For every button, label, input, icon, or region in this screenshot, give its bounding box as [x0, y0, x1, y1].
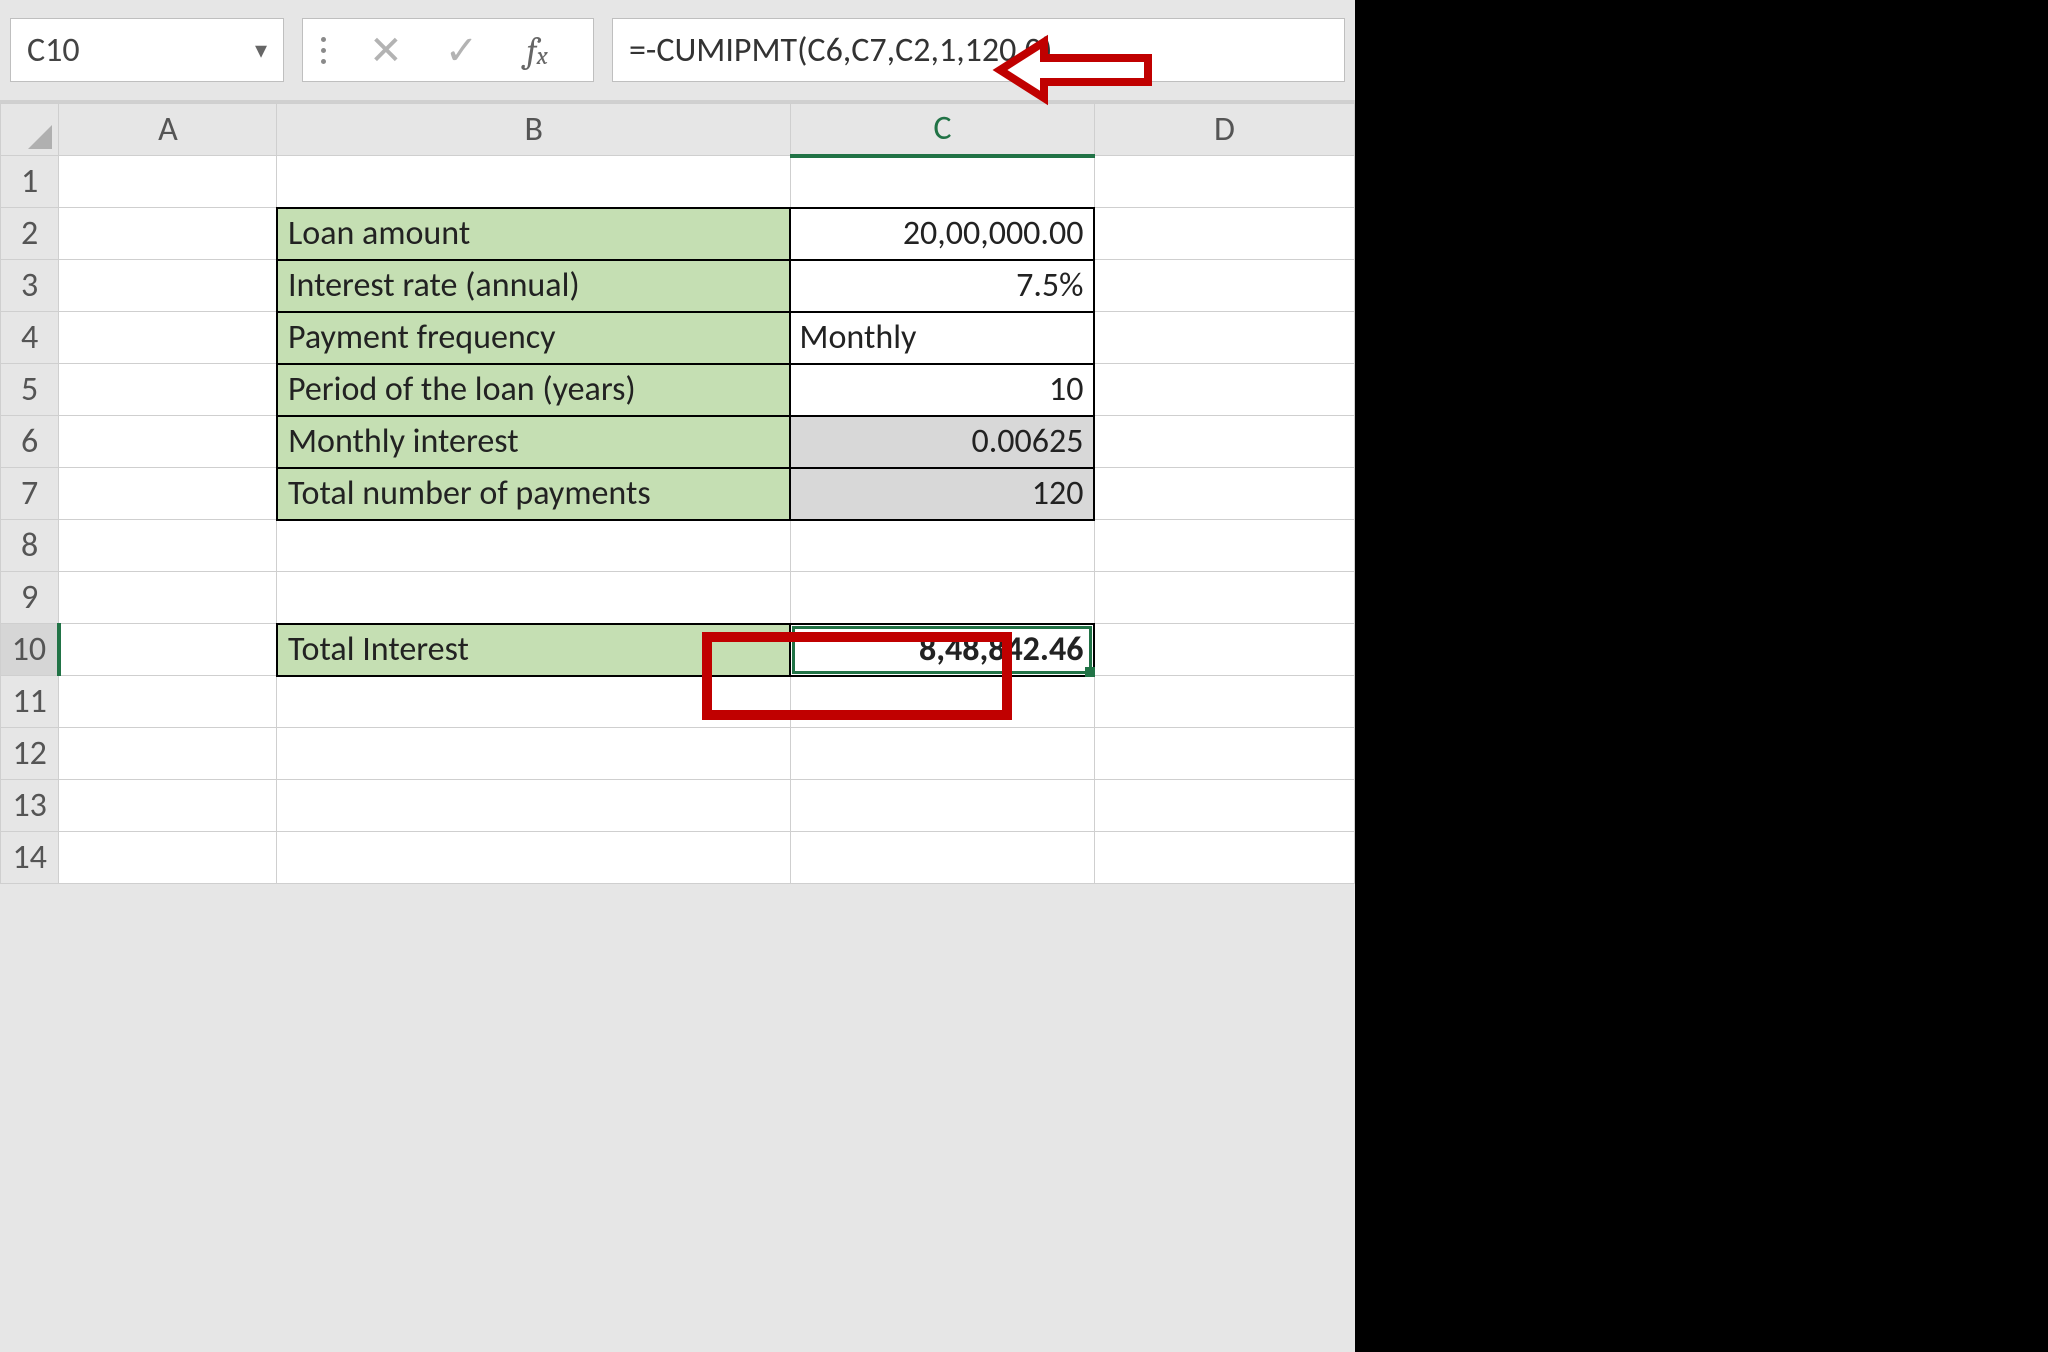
cell-A7[interactable]: [59, 468, 277, 520]
cell-D9[interactable]: [1094, 572, 1354, 624]
cell-A13[interactable]: [59, 780, 277, 832]
cell-B1[interactable]: [277, 156, 790, 208]
cell-A4[interactable]: [59, 312, 277, 364]
cell-B10[interactable]: Total Interest: [277, 624, 790, 676]
cell-C8[interactable]: [790, 520, 1094, 572]
cell-A5[interactable]: [59, 364, 277, 416]
cell-B6[interactable]: Monthly interest: [277, 416, 790, 468]
cell-C11[interactable]: [790, 676, 1094, 728]
row-header-8[interactable]: 8: [1, 520, 59, 572]
cell-A3[interactable]: [59, 260, 277, 312]
row-header-4[interactable]: 4: [1, 312, 59, 364]
formula-input[interactable]: =-CUMIPMT(C6,C7,C2,1,120,0): [612, 18, 1345, 82]
col-header-D[interactable]: D: [1094, 104, 1354, 156]
drag-handle-icon[interactable]: [321, 37, 326, 64]
cell-D13[interactable]: [1094, 780, 1354, 832]
cell-D8[interactable]: [1094, 520, 1354, 572]
cell-D10[interactable]: [1094, 624, 1354, 676]
cell-A9[interactable]: [59, 572, 277, 624]
row-header-12[interactable]: 12: [1, 728, 59, 780]
cell-A11[interactable]: [59, 676, 277, 728]
col-header-C[interactable]: C: [790, 104, 1094, 156]
formula-bar: C10 ▾ ✕ ✓ fx =-CUMIPMT(C6,C7,C2,1,120,0): [0, 0, 1355, 100]
cell-C4[interactable]: Monthly: [790, 312, 1094, 364]
cell-C10[interactable]: 8,48,842.46: [790, 624, 1094, 676]
cell-B13[interactable]: [277, 780, 790, 832]
row-header-14[interactable]: 14: [1, 832, 59, 884]
row-header-11[interactable]: 11: [1, 676, 59, 728]
select-all-corner[interactable]: [1, 104, 59, 156]
cell-B5[interactable]: Period of the loan (years): [277, 364, 790, 416]
cell-C1[interactable]: [790, 156, 1094, 208]
row-header-5[interactable]: 5: [1, 364, 59, 416]
cell-B8[interactable]: [277, 520, 790, 572]
cell-C13[interactable]: [790, 780, 1094, 832]
cell-C12[interactable]: [790, 728, 1094, 780]
cell-B4[interactable]: Payment frequency: [277, 312, 790, 364]
cell-C9[interactable]: [790, 572, 1094, 624]
cell-A2[interactable]: [59, 208, 277, 260]
cell-A6[interactable]: [59, 416, 277, 468]
fill-handle[interactable]: [1085, 667, 1095, 677]
name-box[interactable]: C10 ▾: [10, 18, 284, 82]
cell-C3[interactable]: 7.5%: [790, 260, 1094, 312]
cell-D7[interactable]: [1094, 468, 1354, 520]
cell-C6[interactable]: 0.00625: [790, 416, 1094, 468]
row-header-7[interactable]: 7: [1, 468, 59, 520]
row-header-13[interactable]: 13: [1, 780, 59, 832]
cell-D6[interactable]: [1094, 416, 1354, 468]
cell-B9[interactable]: [277, 572, 790, 624]
cell-D1[interactable]: [1094, 156, 1354, 208]
cancel-button[interactable]: ✕: [348, 26, 424, 75]
row-header-2[interactable]: 2: [1, 208, 59, 260]
cell-C2[interactable]: 20,00,000.00: [790, 208, 1094, 260]
insert-function-button[interactable]: fx: [499, 30, 575, 71]
cell-B12[interactable]: [277, 728, 790, 780]
col-header-B[interactable]: B: [277, 104, 790, 156]
cell-D11[interactable]: [1094, 676, 1354, 728]
cell-A8[interactable]: [59, 520, 277, 572]
cell-A10[interactable]: [59, 624, 277, 676]
cell-D14[interactable]: [1094, 832, 1354, 884]
cell-D4[interactable]: [1094, 312, 1354, 364]
cell-D3[interactable]: [1094, 260, 1354, 312]
dropdown-icon[interactable]: ▾: [255, 36, 267, 65]
cell-A12[interactable]: [59, 728, 277, 780]
cell-B3[interactable]: Interest rate (annual): [277, 260, 790, 312]
cell-C5[interactable]: 10: [790, 364, 1094, 416]
cell-B11[interactable]: [277, 676, 790, 728]
cell-A1[interactable]: [59, 156, 277, 208]
spreadsheet-grid[interactable]: A B C D 1 2 Loan amount 20,00,000.00: [0, 103, 1355, 884]
row-header-3[interactable]: 3: [1, 260, 59, 312]
formula-bar-buttons: ✕ ✓ fx: [302, 18, 594, 82]
selection-outline: [792, 626, 1092, 674]
cell-B2[interactable]: Loan amount: [277, 208, 790, 260]
excel-window: C10 ▾ ✕ ✓ fx =-CUMIPMT(C6,C7,C2,1,120,0): [0, 0, 1355, 1352]
cell-A14[interactable]: [59, 832, 277, 884]
cropped-area: [1355, 0, 2048, 1352]
cell-C7[interactable]: 120: [790, 468, 1094, 520]
cell-D2[interactable]: [1094, 208, 1354, 260]
row-header-10[interactable]: 10: [1, 624, 59, 676]
formula-text: =-CUMIPMT(C6,C7,C2,1,120,0): [629, 30, 1052, 71]
enter-button[interactable]: ✓: [424, 26, 500, 75]
name-box-value: C10: [27, 30, 80, 71]
cell-B7[interactable]: Total number of payments: [277, 468, 790, 520]
cell-C14[interactable]: [790, 832, 1094, 884]
cell-D5[interactable]: [1094, 364, 1354, 416]
col-header-A[interactable]: A: [59, 104, 277, 156]
row-header-1[interactable]: 1: [1, 156, 59, 208]
row-header-6[interactable]: 6: [1, 416, 59, 468]
cell-B14[interactable]: [277, 832, 790, 884]
row-header-9[interactable]: 9: [1, 572, 59, 624]
cell-D12[interactable]: [1094, 728, 1354, 780]
